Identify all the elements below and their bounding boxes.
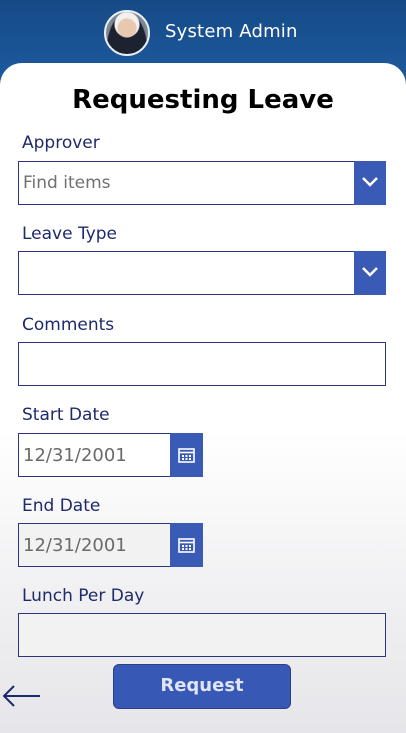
calendar-icon bbox=[178, 448, 195, 463]
approver-combobox[interactable]: Find items bbox=[18, 161, 386, 205]
end-date-picker[interactable]: 12/31/2001 bbox=[18, 523, 203, 567]
comments-input[interactable] bbox=[18, 342, 386, 386]
start-date-label: Start Date bbox=[22, 405, 110, 425]
end-date-value: 12/31/2001 bbox=[23, 535, 127, 556]
request-button[interactable]: Request bbox=[113, 664, 291, 709]
user-name: System Admin bbox=[165, 21, 298, 42]
chevron-down-icon bbox=[362, 267, 378, 277]
lunch-per-day-label: Lunch Per Day bbox=[22, 586, 145, 606]
back-arrow-icon[interactable] bbox=[2, 684, 42, 708]
avatar[interactable] bbox=[104, 10, 150, 56]
leave-type-dropdown[interactable] bbox=[18, 251, 386, 295]
start-date-value: 12/31/2001 bbox=[23, 445, 127, 466]
approver-placeholder: Find items bbox=[23, 173, 111, 193]
leave-type-dropdown-button[interactable] bbox=[354, 251, 386, 295]
lunch-per-day-input[interactable] bbox=[18, 613, 386, 657]
start-date-calendar-button[interactable] bbox=[170, 433, 203, 477]
approver-label: Approver bbox=[22, 133, 100, 153]
end-date-label: End Date bbox=[22, 496, 101, 516]
approver-dropdown-button[interactable] bbox=[354, 161, 386, 205]
calendar-icon bbox=[178, 538, 195, 553]
start-date-picker[interactable]: 12/31/2001 bbox=[18, 433, 203, 477]
comments-label: Comments bbox=[22, 315, 115, 335]
chevron-down-icon bbox=[362, 177, 378, 187]
leave-type-label: Leave Type bbox=[22, 224, 118, 244]
page-title: Requesting Leave bbox=[72, 85, 334, 115]
end-date-calendar-button[interactable] bbox=[170, 523, 203, 567]
